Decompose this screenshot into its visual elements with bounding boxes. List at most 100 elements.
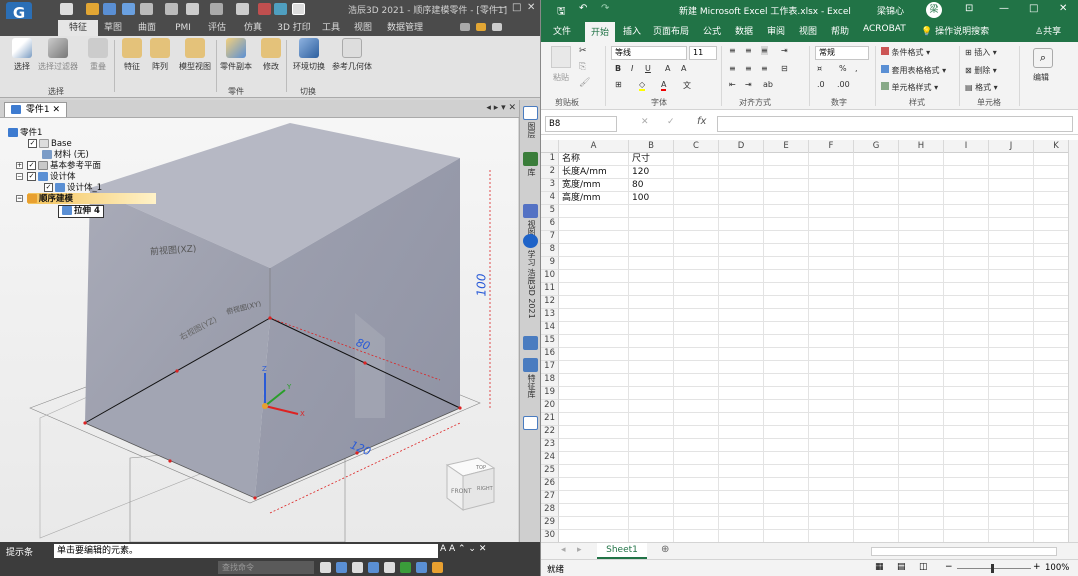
cut-icon[interactable]: [165, 3, 178, 15]
ref-geometry-button[interactable]: 参考几何体: [330, 38, 374, 72]
increase-decimal-icon[interactable]: .0: [817, 80, 825, 89]
column-header-c[interactable]: C: [674, 140, 719, 153]
paint-icon[interactable]: [236, 3, 249, 15]
cancel-icon[interactable]: ✕: [641, 117, 649, 127]
edit-button[interactable]: 编辑: [1033, 72, 1049, 83]
triad-origin[interactable]: [262, 403, 268, 409]
undo-icon[interactable]: ↶: [579, 3, 587, 14]
cell[interactable]: 100: [629, 192, 674, 205]
status-tool-icon[interactable]: [368, 562, 379, 573]
row-header[interactable]: 21: [541, 413, 559, 426]
select-all-corner[interactable]: [541, 140, 559, 153]
ribbon-display-button[interactable]: ⊡: [965, 3, 973, 14]
format-painter-icon[interactable]: 🖌: [579, 78, 590, 88]
increase-indent-icon[interactable]: ⇥: [745, 80, 752, 89]
tab-feature[interactable]: 特征: [58, 20, 98, 36]
insert-cells-button[interactable]: ⊞ 插入 ▾: [965, 47, 997, 58]
next-sheet-icon[interactable]: ▸: [577, 545, 582, 555]
column-header-a[interactable]: A: [559, 140, 629, 153]
sidebar-feature-library[interactable]: 特征库: [526, 374, 537, 398]
sheet-tab-sheet1[interactable]: Sheet1: [597, 543, 647, 559]
column-header-f[interactable]: F: [809, 140, 854, 153]
column-header-e[interactable]: E: [764, 140, 809, 153]
array-button[interactable]: 阵列: [146, 38, 174, 72]
row-header[interactable]: 5: [541, 205, 559, 218]
normal-view-icon[interactable]: ▦: [875, 562, 884, 572]
tree-item-extrude[interactable]: 拉伸 4: [58, 205, 104, 218]
tab-insert[interactable]: 插入: [623, 24, 641, 37]
cut-icon[interactable]: ✂: [579, 46, 587, 56]
library-icon[interactable]: [523, 152, 538, 166]
cell[interactable]: 长度A/mm: [559, 166, 629, 179]
cell[interactable]: 尺寸: [629, 153, 674, 166]
column-header-b[interactable]: B: [629, 140, 674, 153]
tab-help[interactable]: 帮助: [831, 24, 849, 37]
align-right-icon[interactable]: ≡: [761, 64, 768, 73]
redo-icon[interactable]: ↷: [601, 3, 609, 14]
viewcube-top-label[interactable]: TOP: [476, 465, 486, 471]
minimize-button[interactable]: —: [999, 3, 1009, 14]
checkbox-icon[interactable]: ✓: [28, 139, 37, 148]
tab-evaluate[interactable]: 评估: [202, 20, 232, 36]
conditional-format-button[interactable]: 条件格式 ▾: [881, 47, 930, 58]
document-tab-controls[interactable]: ◂ ▸ ▾ ✕: [486, 103, 516, 113]
tab-formulas[interactable]: 公式: [703, 24, 721, 37]
font-size-select[interactable]: 11: [689, 46, 717, 60]
copy-icon[interactable]: ⎘: [579, 62, 586, 72]
cell[interactable]: 名称: [559, 153, 629, 166]
border-icon[interactable]: ⊞: [615, 80, 622, 89]
percent-icon[interactable]: %: [839, 64, 847, 73]
new-file-icon[interactable]: [60, 3, 73, 15]
collapse-icon[interactable]: −: [16, 195, 23, 202]
viewcube-front-label[interactable]: FRONT: [451, 488, 472, 495]
row-header[interactable]: 6: [541, 218, 559, 231]
maximize-button[interactable]: □: [512, 2, 521, 13]
merge-icon[interactable]: ⊟: [781, 64, 788, 73]
tab-surface[interactable]: 曲面: [132, 20, 162, 36]
expand-icon[interactable]: +: [16, 162, 23, 169]
checkbox-icon[interactable]: ✓: [27, 172, 36, 181]
row-header[interactable]: 11: [541, 283, 559, 296]
column-header-d[interactable]: D: [719, 140, 764, 153]
align-middle-icon[interactable]: ≡: [745, 46, 752, 55]
tab-data-management[interactable]: 数据管理: [382, 20, 428, 36]
collapse-icon[interactable]: −: [16, 173, 23, 180]
column-header-i[interactable]: I: [944, 140, 989, 153]
settings-icon[interactable]: [523, 416, 538, 430]
add-sheet-icon[interactable]: ⊕: [661, 544, 669, 555]
overlap-button[interactable]: 重叠: [82, 38, 114, 72]
prompt-bar-controls[interactable]: A A ⌃ ⌄ ✕: [440, 544, 486, 554]
feature-button[interactable]: 特征: [118, 38, 146, 72]
row-header[interactable]: 16: [541, 348, 559, 361]
close-button[interactable]: ✕: [1059, 3, 1067, 14]
comma-icon[interactable]: ,: [855, 64, 858, 73]
paste-button[interactable]: 粘贴: [553, 72, 569, 83]
select-button[interactable]: 选择: [6, 38, 38, 72]
row-header[interactable]: 28: [541, 504, 559, 517]
row-header[interactable]: 22: [541, 426, 559, 439]
row-header[interactable]: 13: [541, 309, 559, 322]
cell[interactable]: 120: [629, 166, 674, 179]
tab-view[interactable]: 视图: [799, 24, 817, 37]
zoom-out-button[interactable]: −: [945, 562, 953, 572]
row-header[interactable]: 24: [541, 452, 559, 465]
row-header[interactable]: 25: [541, 465, 559, 478]
row-header[interactable]: 15: [541, 335, 559, 348]
row-header[interactable]: 20: [541, 400, 559, 413]
redo-icon[interactable]: [210, 3, 223, 15]
tab-page-layout[interactable]: 页面布局: [653, 24, 689, 37]
print-icon[interactable]: [140, 3, 153, 15]
minimize-button[interactable]: —: [496, 2, 506, 13]
dimension-height-label[interactable]: 100: [474, 274, 488, 297]
row-header[interactable]: 18: [541, 374, 559, 387]
tree-item-design-body-1[interactable]: ✓ 设计体_1: [44, 183, 102, 194]
tab-file[interactable]: 文件: [553, 24, 571, 37]
row-header[interactable]: 2: [541, 166, 559, 179]
row-header[interactable]: 4: [541, 192, 559, 205]
save-icon[interactable]: 🖫: [557, 4, 566, 21]
row-header[interactable]: 8: [541, 244, 559, 257]
status-tool-icon[interactable]: [336, 562, 347, 573]
number-format-select[interactable]: 常规: [815, 46, 869, 60]
part-copy-button[interactable]: 零件副本: [218, 38, 254, 72]
formula-input[interactable]: [717, 116, 1073, 132]
